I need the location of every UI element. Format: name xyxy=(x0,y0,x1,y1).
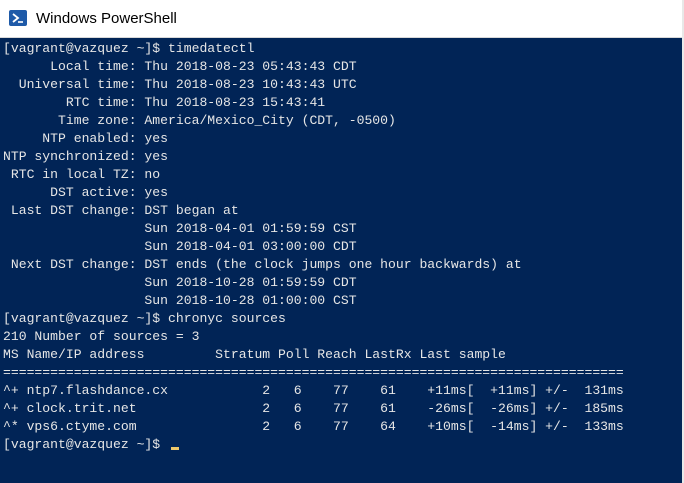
terminal-line: ^* vps6.ctyme.com 2 6 77 64 +10ms[ -14ms… xyxy=(3,419,624,434)
terminal-line: Local time: Thu 2018-08-23 05:43:43 CDT xyxy=(3,59,357,74)
terminal-line: NTP enabled: yes xyxy=(3,131,169,146)
powershell-icon xyxy=(9,10,27,26)
terminal-line: ========================================… xyxy=(3,365,624,380)
terminal-output[interactable]: [vagrant@vazquez ~]$ timedatectl Local t… xyxy=(0,38,684,483)
terminal-line: Next DST change: DST ends (the clock jum… xyxy=(3,257,522,272)
terminal-line: ^+ ntp7.flashdance.cx 2 6 77 61 +11ms[ +… xyxy=(3,383,624,398)
terminal-line: Sun 2018-04-01 01:59:59 CST xyxy=(3,221,357,236)
terminal-line: [vagrant@vazquez ~]$ chronyc sources xyxy=(3,311,286,326)
terminal-line: NTP synchronized: yes xyxy=(3,149,169,164)
terminal-prompt[interactable]: [vagrant@vazquez ~]$ xyxy=(3,436,168,454)
powershell-window: Windows PowerShell [vagrant@vazquez ~]$ … xyxy=(0,0,684,483)
terminal-line: Sun 2018-04-01 03:00:00 CDT xyxy=(3,239,357,254)
terminal-line: Sun 2018-10-28 01:00:00 CST xyxy=(3,293,357,308)
terminal-line: Last DST change: DST began at xyxy=(3,203,239,218)
terminal-line: DST active: yes xyxy=(3,185,169,200)
title-bar[interactable]: Windows PowerShell xyxy=(0,0,684,38)
terminal-line: RTC time: Thu 2018-08-23 15:43:41 xyxy=(3,95,326,110)
text-cursor xyxy=(171,447,179,450)
terminal-line: 210 Number of sources = 3 xyxy=(3,329,200,344)
terminal-line: [vagrant@vazquez ~]$ timedatectl xyxy=(3,41,255,56)
terminal-line: Sun 2018-10-28 01:59:59 CDT xyxy=(3,275,357,290)
terminal-line: RTC in local TZ: no xyxy=(3,167,161,182)
terminal-line: ^+ clock.trit.net 2 6 77 61 -26ms[ -26ms… xyxy=(3,401,624,416)
terminal-line: Universal time: Thu 2018-08-23 10:43:43 … xyxy=(3,77,357,92)
terminal-line: Time zone: America/Mexico_City (CDT, -05… xyxy=(3,113,396,128)
window-title: Windows PowerShell xyxy=(36,10,177,27)
terminal-line: MS Name/IP address Stratum Poll Reach La… xyxy=(3,347,506,362)
